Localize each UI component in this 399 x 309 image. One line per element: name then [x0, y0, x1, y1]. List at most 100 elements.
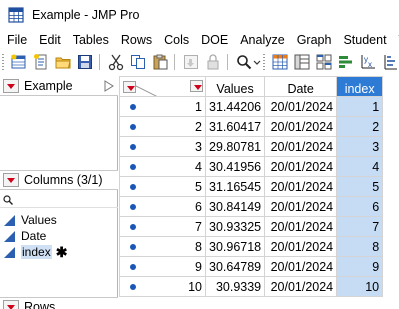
columns-menu-red-triangle-icon[interactable]	[190, 80, 203, 92]
menu-file[interactable]: File	[0, 33, 33, 47]
table-row[interactable]: 9 30.64789 20/01/2024 9	[119, 256, 384, 277]
cell-values[interactable]: 30.41956	[204, 156, 266, 177]
cell-index[interactable]: 7	[336, 216, 384, 237]
menu-edit[interactable]: Edit	[33, 33, 67, 47]
table-row[interactable]: 10 30.9339 20/01/2024 10	[119, 276, 384, 297]
rows-red-triangle-menu-icon[interactable]	[3, 300, 19, 309]
cell-values[interactable]: 31.16545	[204, 176, 266, 197]
cell-index[interactable]: 5	[336, 176, 384, 197]
row-number-cell[interactable]: 3	[119, 136, 206, 157]
table-panel-icon[interactable]	[293, 53, 311, 71]
cell-values[interactable]: 30.64789	[204, 256, 266, 277]
table-red-triangle-menu-icon[interactable]	[3, 78, 19, 93]
column-header-date[interactable]: Date	[264, 76, 338, 97]
columns-red-triangle-menu-icon[interactable]	[3, 173, 19, 187]
row-number-cell[interactable]: 5	[119, 176, 206, 197]
toolbar-grip[interactable]	[2, 54, 5, 70]
table-name: Example	[24, 78, 73, 93]
formula-asterisk-icon[interactable]: ✱	[56, 244, 68, 261]
column-header-values[interactable]: Values	[204, 76, 266, 97]
copy-icon[interactable]	[129, 53, 147, 71]
table-corner-cell[interactable]	[119, 76, 206, 97]
menu-cols[interactable]: Cols	[158, 33, 195, 47]
menu-graph[interactable]: Graph	[291, 33, 338, 47]
open-folder-icon[interactable]	[54, 53, 72, 71]
cell-values[interactable]: 31.44206	[204, 96, 266, 117]
table-row[interactable]: 6 30.84149 20/01/2024 6	[119, 196, 384, 217]
cell-date[interactable]: 20/01/2024	[264, 176, 338, 197]
table-row[interactable]: 7 30.93325 20/01/2024 7	[119, 216, 384, 237]
column-list-item-date[interactable]: Date	[0, 228, 118, 244]
menu-analyze[interactable]: Analyze	[234, 33, 290, 47]
column-search-field[interactable]	[0, 190, 118, 208]
cut-icon[interactable]	[107, 53, 125, 71]
search-dropdown-chevron-icon[interactable]	[253, 53, 261, 71]
paste-icon[interactable]	[151, 53, 169, 71]
fit-y-by-x-icon[interactable]: yx	[359, 53, 377, 71]
table-row[interactable]: 4 30.41956 20/01/2024 4	[119, 156, 384, 177]
cell-index[interactable]: 6	[336, 196, 384, 217]
cell-values[interactable]: 30.93325	[204, 216, 266, 237]
toolbar-separator	[226, 54, 228, 70]
cell-date[interactable]: 20/01/2024	[264, 96, 338, 117]
data-table-grid-icon[interactable]	[271, 53, 289, 71]
row-number-cell[interactable]: 9	[119, 256, 206, 277]
save-icon[interactable]	[76, 53, 94, 71]
row-number-cell[interactable]: 4	[119, 156, 206, 177]
cell-index[interactable]: 9	[336, 256, 384, 277]
toolbar-grip[interactable]	[262, 54, 265, 70]
cell-date[interactable]: 20/01/2024	[264, 116, 338, 137]
cell-date[interactable]: 20/01/2024	[264, 276, 338, 297]
rows-menu-red-triangle-icon[interactable]	[123, 81, 136, 93]
row-number: 3	[195, 139, 202, 154]
cell-date[interactable]: 20/01/2024	[264, 196, 338, 217]
cell-index[interactable]: 8	[336, 236, 384, 257]
subset-icon[interactable]	[182, 53, 200, 71]
cell-date[interactable]: 20/01/2024	[264, 256, 338, 277]
jmp-app-icon[interactable]	[8, 7, 24, 23]
distribution-icon[interactable]	[381, 53, 399, 71]
menu-doe[interactable]: DOE	[195, 33, 234, 47]
column-list-item-index[interactable]: index ✱	[0, 244, 118, 260]
column-header-index[interactable]: index	[336, 76, 384, 97]
menu-rows[interactable]: Rows	[115, 33, 158, 47]
cell-index[interactable]: 2	[336, 116, 384, 137]
cell-date[interactable]: 20/01/2024	[264, 136, 338, 157]
cell-values[interactable]: 29.80781	[204, 136, 266, 157]
cell-date[interactable]: 20/01/2024	[264, 216, 338, 237]
table-row[interactable]: 3 29.80781 20/01/2024 3	[119, 136, 384, 157]
cell-index[interactable]: 4	[336, 156, 384, 177]
cell-values[interactable]: 30.9339	[204, 276, 266, 297]
cell-index[interactable]: 1	[336, 96, 384, 117]
table-row[interactable]: 1 31.44206 20/01/2024 1	[119, 96, 384, 117]
cell-index[interactable]: 10	[336, 276, 384, 297]
row-number-cell[interactable]: 8	[119, 236, 206, 257]
cell-values[interactable]: 30.84149	[204, 196, 266, 217]
cell-values[interactable]: 31.60417	[204, 116, 266, 137]
row-number-cell[interactable]: 7	[119, 216, 206, 237]
search-icon[interactable]	[235, 53, 253, 71]
menu-tools[interactable]: To	[393, 33, 399, 47]
new-script-icon[interactable]	[32, 53, 50, 71]
table-row[interactable]: 2 31.60417 20/01/2024 2	[119, 116, 384, 137]
table-row[interactable]: 8 30.96718 20/01/2024 8	[119, 236, 384, 257]
new-data-table-icon[interactable]	[10, 53, 28, 71]
row-number-cell[interactable]: 1	[119, 96, 206, 117]
bar-chart-icon[interactable]	[337, 53, 355, 71]
toolbar-separator	[174, 54, 175, 70]
cell-index[interactable]: 3	[336, 136, 384, 157]
row-number-cell[interactable]: 10	[119, 276, 206, 297]
menu-student[interactable]: Student	[337, 33, 392, 47]
cell-values[interactable]: 30.96718	[204, 236, 266, 257]
cell-date[interactable]: 20/01/2024	[264, 156, 338, 177]
cell-date[interactable]: 20/01/2024	[264, 236, 338, 257]
column-search-icon	[3, 194, 13, 205]
table-row[interactable]: 5 31.16545 20/01/2024 5	[119, 176, 384, 197]
play-script-icon[interactable]	[104, 80, 114, 92]
multi-window-icon[interactable]	[315, 53, 333, 71]
menu-tables[interactable]: Tables	[67, 33, 115, 47]
lock-icon[interactable]	[204, 53, 222, 71]
row-number-cell[interactable]: 6	[119, 196, 206, 217]
row-number-cell[interactable]: 2	[119, 116, 206, 137]
column-list-item-values[interactable]: Values	[0, 212, 118, 228]
